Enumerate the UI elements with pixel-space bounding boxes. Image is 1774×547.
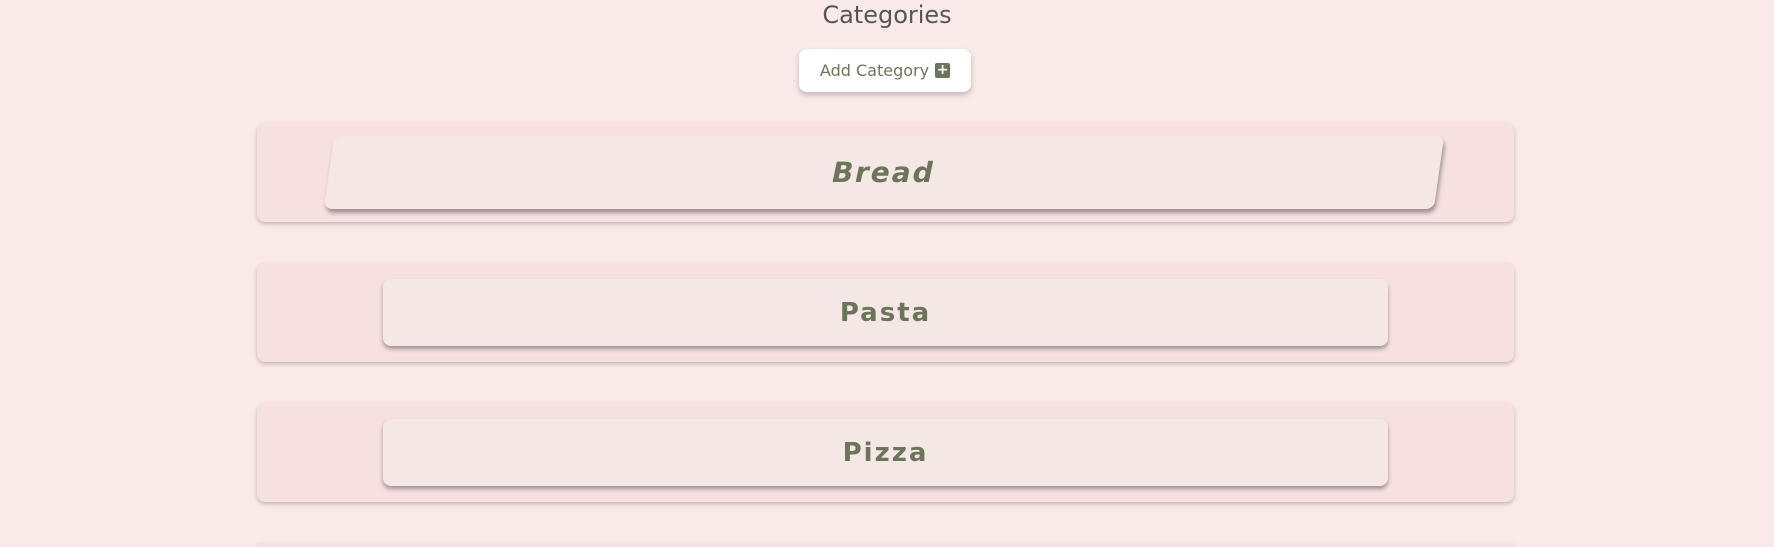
category-label: Pasta xyxy=(839,297,932,328)
category-button-bread[interactable]: Bread xyxy=(323,136,1445,209)
category-button-pasta[interactable]: Pasta xyxy=(383,279,1388,346)
category-card-partial xyxy=(257,543,1514,547)
add-category-button[interactable]: Add Category + xyxy=(799,49,971,92)
category-label: Bread xyxy=(828,156,940,189)
category-card-pasta: Pasta xyxy=(257,263,1514,362)
add-category-label: Add Category xyxy=(819,61,930,80)
category-card-bread: Bread xyxy=(257,123,1514,222)
plus-square-icon: + xyxy=(935,62,951,78)
category-card-pizza: Pizza xyxy=(257,403,1514,502)
category-label: Pizza xyxy=(842,437,929,468)
page-title: Categories xyxy=(822,1,952,29)
category-button-pizza[interactable]: Pizza xyxy=(383,419,1388,486)
